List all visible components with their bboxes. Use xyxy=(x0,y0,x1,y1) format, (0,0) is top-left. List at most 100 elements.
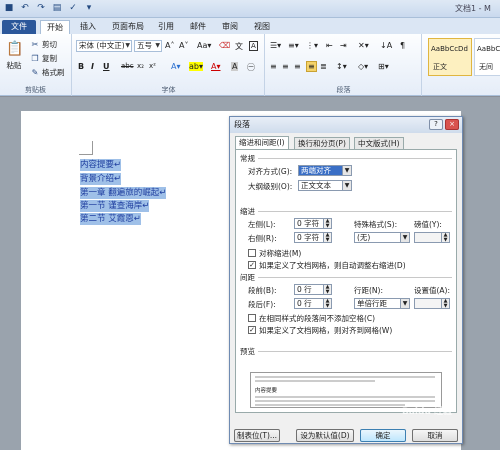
space-after-value: 0 行 xyxy=(297,299,312,308)
multilevel-list-icon[interactable]: ⋮▾ xyxy=(306,41,318,50)
chinese-layout-icon[interactable]: ✕▾ xyxy=(358,41,369,50)
preview-line xyxy=(255,396,435,398)
alignment-select[interactable]: 两端对齐 ▼ xyxy=(298,165,352,176)
italic-icon[interactable]: I xyxy=(91,62,94,71)
numbering-icon[interactable]: ≡▾ xyxy=(288,41,299,50)
underline-icon[interactable]: U xyxy=(103,62,110,71)
strikethrough-icon[interactable]: abc xyxy=(121,62,134,70)
spelling-icon[interactable]: ✓ xyxy=(67,2,79,14)
undo-icon[interactable]: ↶ xyxy=(19,2,31,14)
ok-button[interactable]: 确定 xyxy=(360,429,406,442)
snap-to-grid-checkbox[interactable]: ✓ xyxy=(248,326,256,334)
save-icon[interactable]: ■ xyxy=(3,2,15,14)
tab-references[interactable]: 引用 xyxy=(152,20,180,34)
font-color-icon[interactable]: A▾ xyxy=(211,62,221,71)
tab-asian-typography[interactable]: 中文版式(H) xyxy=(354,137,404,149)
help-button[interactable]: ? xyxy=(429,119,443,130)
customize-icon[interactable]: ▾ xyxy=(83,2,95,14)
tab-insert[interactable]: 插入 xyxy=(74,20,102,34)
outline-level-select[interactable]: 正文文本 ▼ xyxy=(298,180,352,191)
grow-font-icon[interactable]: A˄ xyxy=(165,41,174,50)
align-center-icon[interactable]: ≡ xyxy=(282,62,289,71)
line-spacing-icon[interactable]: ↕▾ xyxy=(336,62,347,71)
spinner-icon[interactable]: ▲ ▼ xyxy=(323,299,331,308)
tab-file[interactable]: 文件 xyxy=(2,20,36,34)
tabs-button[interactable]: 制表位(T)... xyxy=(234,429,280,442)
spinner-icon[interactable]: ▲ ▼ xyxy=(323,233,331,242)
space-after-input[interactable]: 0 行 ▲ ▼ xyxy=(294,298,332,309)
cancel-button[interactable]: 取消 xyxy=(412,429,458,442)
decrease-indent-icon[interactable]: ⇤ xyxy=(326,41,333,50)
set-default-button[interactable]: 设为默认值(D) xyxy=(296,429,354,442)
subscript-icon[interactable]: x₂ xyxy=(137,62,144,70)
shading-icon[interactable]: ◇▾ xyxy=(358,62,368,71)
close-button[interactable]: × xyxy=(445,119,459,130)
borders-icon[interactable]: ⊞▾ xyxy=(378,62,389,71)
tab-view[interactable]: 视图 xyxy=(248,20,276,34)
space-before-input[interactable]: 0 行 ▲ ▼ xyxy=(294,284,332,295)
char-border-icon[interactable]: A xyxy=(249,41,258,51)
tab-page-layout[interactable]: 页面布局 xyxy=(106,20,150,34)
text-effects-icon[interactable]: A▾ xyxy=(171,62,181,71)
phonetic-guide-icon[interactable]: 文 xyxy=(235,41,243,52)
format-painter-button[interactable]: ✎ 格式刷 xyxy=(30,67,65,78)
copy-icon: ❐ xyxy=(31,53,39,63)
show-marks-icon[interactable]: ¶ xyxy=(400,41,405,50)
highlight-icon[interactable]: ab▾ xyxy=(189,62,203,71)
document-line[interactable]: 第一章 翻遍旅的崛起↵ xyxy=(80,187,167,199)
document-line[interactable]: 背景介绍↵ xyxy=(80,173,122,185)
divider xyxy=(258,211,452,212)
style-name: 无间 xyxy=(479,63,493,71)
font-size-select[interactable]: 五号 ▼ xyxy=(134,40,162,52)
font-name-select[interactable]: 宋体 (中文正) ▼ xyxy=(76,40,132,52)
tab-indents-spacing[interactable]: 缩进和间距(I) xyxy=(235,136,289,150)
space-before-label: 段前(B): xyxy=(248,286,277,295)
char-shading-icon[interactable]: A xyxy=(231,62,239,71)
right-indent-input[interactable]: 0 字符 ▲ ▼ xyxy=(294,232,332,243)
mirror-indent-checkbox[interactable] xyxy=(248,249,256,257)
cut-button[interactable]: ✂ 剪切 xyxy=(30,39,57,50)
bullets-icon[interactable]: ☰▾ xyxy=(270,41,281,50)
tab-review[interactable]: 审阅 xyxy=(216,20,244,34)
spinner-icon[interactable]: ▲ ▼ xyxy=(323,219,331,228)
distribute-icon[interactable]: ≣ xyxy=(320,62,327,71)
spinner-icon[interactable]: ▲ ▼ xyxy=(441,233,449,242)
spinner-icon[interactable]: ▲ ▼ xyxy=(323,285,331,294)
justify-icon[interactable]: ≡ xyxy=(306,61,317,72)
no-space-same-style-checkbox[interactable] xyxy=(248,314,256,322)
bold-icon[interactable]: B xyxy=(78,62,84,71)
align-right-icon[interactable]: ≡ xyxy=(294,62,301,71)
paste-button[interactable]: 📋 粘贴 xyxy=(6,40,24,71)
indent-by-input[interactable]: ▲ ▼ xyxy=(414,232,450,243)
align-left-icon[interactable]: ≡ xyxy=(270,62,277,71)
print-preview-icon[interactable]: ▤ xyxy=(51,2,63,14)
superscript-icon[interactable]: x² xyxy=(149,62,156,70)
tab-home[interactable]: 开始 xyxy=(40,20,70,34)
no-space-same-style-label: 在相同样式的段落间不添加空格(C) xyxy=(259,314,376,323)
left-indent-input[interactable]: 0 字符 ▲ ▼ xyxy=(294,218,332,229)
document-line[interactable]: 第一节 谨查海岸↵ xyxy=(80,200,150,212)
tab-mailings[interactable]: 邮件 xyxy=(184,20,212,34)
spinner-icon[interactable]: ▲ ▼ xyxy=(441,299,449,308)
line-spacing-label: 行距(N): xyxy=(354,286,383,295)
line-spacing-select[interactable]: 单倍行距 ▼ xyxy=(354,298,410,309)
paste-icon: 📋 xyxy=(6,41,24,57)
auto-adjust-indent-checkbox[interactable]: ✓ xyxy=(248,261,256,269)
spacing-at-input[interactable]: ▲ ▼ xyxy=(414,298,450,309)
tab-line-page-breaks[interactable]: 换行和分页(P) xyxy=(294,137,350,149)
style-no-spacing[interactable]: AaBbCcDd 无间 xyxy=(474,38,500,76)
clear-format-icon[interactable]: ⌫ xyxy=(219,41,230,50)
style-normal[interactable]: AaBbCcDd 正文 xyxy=(428,38,472,76)
document-line[interactable]: 内容提要↵ xyxy=(80,159,122,171)
redo-icon[interactable]: ↷ xyxy=(35,2,47,14)
increase-indent-icon[interactable]: ⇥ xyxy=(340,41,347,50)
shrink-font-icon[interactable]: A˅ xyxy=(179,41,188,50)
copy-button[interactable]: ❐ 复制 xyxy=(30,53,57,64)
enclose-char-icon[interactable]: ㊀ xyxy=(247,62,255,73)
sort-icon[interactable]: ↓A xyxy=(380,41,392,50)
change-case-icon[interactable]: Aa▾ xyxy=(197,41,211,50)
special-format-select[interactable]: (无) ▼ xyxy=(354,232,410,243)
styles-group: AaBbCcDd 正文 AaBbCcDd 无间 xyxy=(423,34,500,96)
document-line[interactable]: 第二节 艾霞恩↵ xyxy=(80,213,141,225)
alignment-value: 两端对齐 xyxy=(301,166,331,175)
